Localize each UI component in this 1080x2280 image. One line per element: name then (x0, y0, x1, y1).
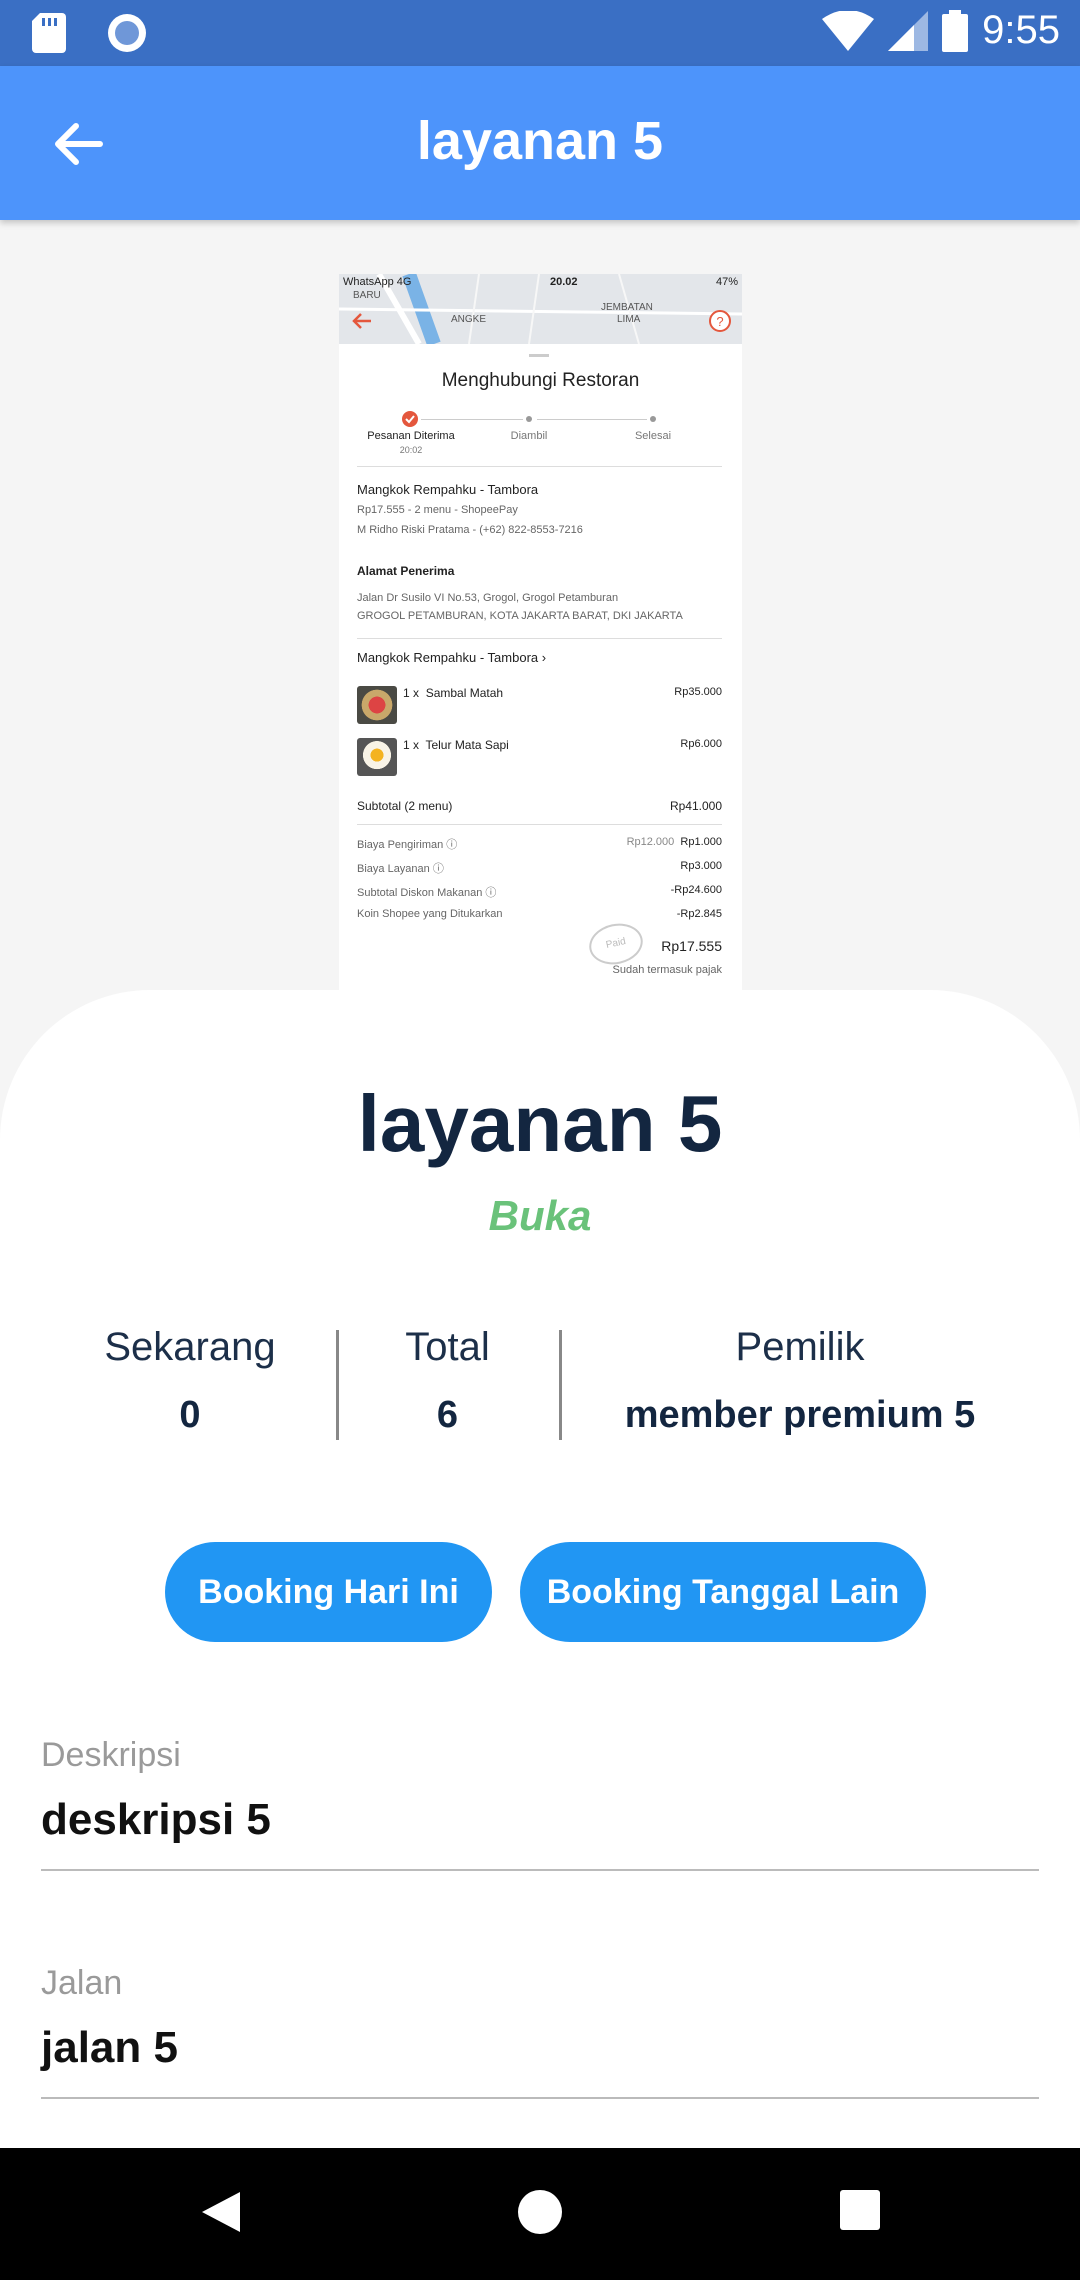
field-value: jalan 5 (41, 2023, 178, 2072)
navigation-bar (0, 2148, 1080, 2280)
service-image: WhatsApp 4G 20.02 47% BARU ANGKE JEMBATA… (339, 274, 742, 990)
paid-stamp: Paid (585, 918, 647, 970)
stat-divider (559, 1330, 562, 1440)
receipt-step: Diambil (510, 430, 548, 442)
receipt-restaurant: Mangkok Rempahku - Tambora (357, 482, 539, 497)
receipt-back-icon (352, 313, 371, 329)
receipt-total: Rp17.555 (661, 938, 722, 954)
stat-value: 0 (179, 1394, 201, 1436)
map-label: BARU (353, 290, 381, 301)
map-label: LIMA (617, 314, 641, 325)
signal-icon (888, 10, 929, 51)
stat-value: 6 (436, 1394, 459, 1436)
stat-value: member premium 5 (624, 1394, 976, 1436)
receipt-status-bar: WhatsApp 4G 20.02 47% (343, 276, 738, 288)
receipt-restaurant-link: Mangkok Rempahku - Tambora › (357, 650, 547, 665)
receipt-status-left: WhatsApp 4G (343, 276, 412, 288)
check-circle-icon (402, 411, 418, 427)
stat-divider (336, 1330, 339, 1440)
street-field: Jalan jalan 5 (41, 1964, 1039, 2099)
sd-card-icon (32, 13, 66, 53)
booking-other-date-button[interactable]: Booking Tanggal Lain (520, 1542, 926, 1642)
receipt-order-summary: Rp17.555 - 2 menu - ShopeePay (357, 504, 518, 516)
field-label: Deskripsi (41, 1736, 181, 1774)
receipt-map: WhatsApp 4G 20.02 47% BARU ANGKE JEMBATA… (339, 274, 742, 344)
receipt-customer: M Ridho Riski Pratama - (+62) 822-8553-7… (357, 524, 583, 536)
status-time: 9:55 (982, 8, 1060, 52)
stat-total: Total 6 (345, 1325, 550, 1437)
receipt-subtotal-label: Subtotal (2 menu) (357, 799, 453, 813)
wifi-icon (822, 10, 875, 51)
sambal-matah-image (357, 686, 397, 724)
battery-icon (942, 9, 969, 52)
receipt-address-line: GROGOL PETAMBURAN, KOTA JAKARTA BARAT, D… (357, 610, 683, 622)
record-icon (108, 14, 146, 52)
stat-current: Sekarang 0 (60, 1325, 320, 1437)
receipt-item: 1 x Sambal Matah (403, 686, 504, 700)
stat-label: Pemilik (735, 1325, 865, 1369)
receipt-step-time: 20:02 (399, 445, 423, 455)
stat-label: Sekarang (104, 1325, 276, 1369)
status-bar: 9:55 (0, 0, 1080, 66)
receipt-address-title: Alamat Penerima (357, 564, 455, 578)
booking-today-button[interactable]: Booking Hari Ini (165, 1542, 492, 1642)
receipt-total-note: Sudah termasuk pajak (612, 964, 722, 976)
receipt-fee-label: Subtotal Diskon Makanan ⓘ (357, 887, 497, 899)
map-label: ANGKE (451, 314, 487, 325)
receipt-fee-value: Rp12.000 Rp1.000 (626, 836, 722, 848)
app-bar-title: layanan 5 (416, 111, 664, 171)
description-field: Deskripsi deskripsi 5 (41, 1736, 1039, 1871)
receipt-address-line: Jalan Dr Susilo VI No.53, Grogol, Grogol… (357, 592, 619, 604)
receipt-heading: Menghubungi Restoran (441, 370, 640, 391)
service-status: Buka (488, 1192, 592, 1239)
receipt-fee-value: Rp3.000 (680, 860, 722, 872)
stat-owner: Pemilik member premium 5 (570, 1325, 1030, 1437)
receipt-item: 1 x Telur Mata Sapi (403, 738, 509, 752)
telur-mata-sapi-image (357, 738, 397, 776)
receipt-status-time: 20.02 (549, 276, 578, 288)
receipt-fee-label: Biaya Layanan ⓘ (357, 863, 444, 875)
receipt-fee-label: Koin Shopee yang Ditukarkan (357, 908, 503, 920)
stat-label: Total (405, 1325, 490, 1369)
receipt-fee-value: -Rp2.845 (676, 908, 722, 920)
receipt-status-battery: 47% (715, 276, 738, 288)
svg-text:?: ? (716, 314, 723, 329)
map-label: JEMBATAN (601, 302, 653, 313)
receipt-item-price: Rp35.000 (674, 686, 722, 698)
receipt-fee-value: -Rp24.600 (670, 884, 722, 896)
receipt-help-icon: ? (709, 310, 731, 332)
field-label: Jalan (41, 1964, 123, 2002)
nav-home-icon[interactable] (516, 2188, 564, 2236)
nav-recents-icon[interactable] (838, 2188, 882, 2232)
receipt-item-price: Rp6.000 (680, 738, 722, 750)
receipt-fee-label: Biaya Pengiriman ⓘ (357, 839, 458, 851)
service-name: layanan 5 (357, 1079, 723, 1168)
receipt-subtotal-value: Rp41.000 (669, 799, 722, 813)
receipt-step: Pesanan Diterima (367, 430, 455, 442)
field-value: deskripsi 5 (41, 1795, 271, 1844)
app-bar: layanan 5 (0, 66, 1080, 220)
nav-back-icon[interactable] (196, 2188, 244, 2236)
receipt-step: Selesai (634, 430, 672, 442)
